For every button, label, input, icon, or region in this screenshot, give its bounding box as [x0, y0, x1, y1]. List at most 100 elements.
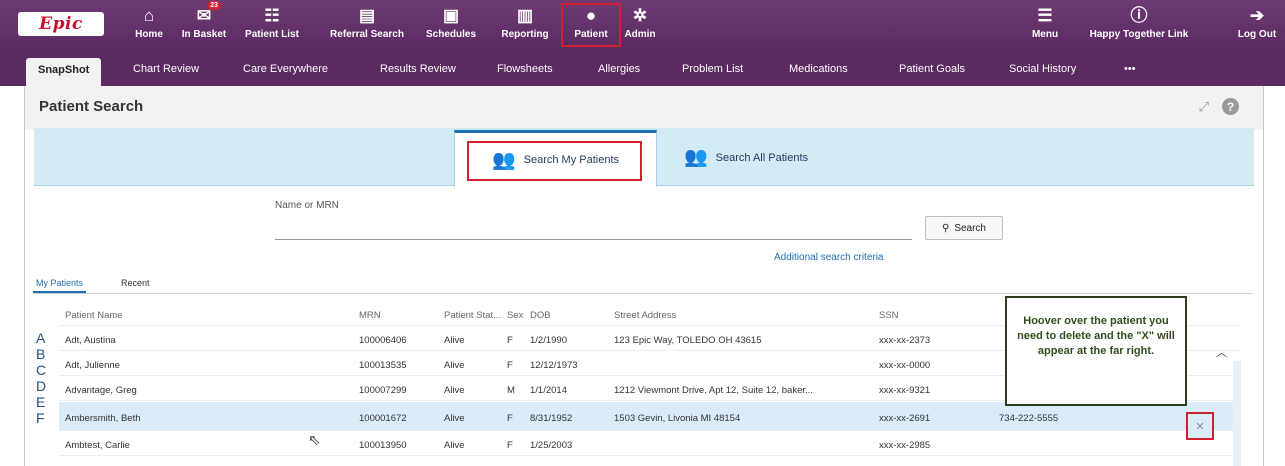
cell-sex: F [507, 440, 513, 451]
search-button-label: Search [954, 222, 986, 234]
gear-icon: ✲ [632, 5, 648, 25]
header-street-address[interactable]: Street Address [614, 310, 872, 321]
search-tab-strip: 👥 Search My Patients 👥 Search All Patien… [34, 128, 1254, 187]
cell-sex: F [507, 413, 513, 424]
patient-search-panel: Patient Search ⤢ ? 👥 Search My Patients … [24, 86, 1264, 466]
tab-recent[interactable]: Recent [121, 278, 150, 288]
cell-address: 1212 Viewmont Drive, Apt 12, Suite 12, b… [614, 385, 813, 396]
toolbar-happy-together-link-button[interactable]: ⓘ Happy Together Link [1087, 4, 1191, 48]
toolbar-in-basket-button[interactable]: ✉ 23 In Basket [179, 1, 229, 48]
search-button[interactable]: ⚲ Search [925, 216, 1003, 240]
cell-mrn: 100013535 [359, 360, 407, 371]
cell-dob: 1/2/1990 [530, 335, 567, 346]
patient-highlight-box [561, 3, 621, 47]
tab-more[interactable]: ••• [1124, 63, 1136, 75]
search-icon: ⚲ [941, 222, 950, 234]
table-row-hovered[interactable]: Ambersmith, Beth 100001672 Alive F 8/31/… [59, 402, 1241, 431]
mouse-pointer-icon: ⇖ [308, 432, 321, 449]
cell-patient-name: Adt, Julienne [65, 360, 120, 371]
cell-patient-name: Ambtest, Carlie [65, 440, 130, 451]
cell-status: Alive [444, 360, 465, 371]
alpha-index-d[interactable]: D [36, 378, 46, 394]
cell-patient-name: Advantage, Greg [65, 385, 137, 396]
cell-patient-name: Adt, Austina [65, 335, 116, 346]
tab-snapshot[interactable]: SnapShot [26, 58, 102, 86]
tab-social-history[interactable]: Social History [1009, 63, 1076, 75]
toolbar-home-button[interactable]: ⌂ Home [131, 4, 167, 48]
scroll-up-chevron-icon[interactable]: ︿ [1216, 344, 1227, 360]
alpha-index-b[interactable]: B [36, 346, 45, 362]
toolbar-menu-button[interactable]: ☰ Menu [1026, 4, 1064, 48]
panel-header: Patient Search ⤢ ? [25, 86, 1263, 130]
toolbar-schedules-button[interactable]: ▣ Schedules [424, 4, 478, 48]
tab-chart-review[interactable]: Chart Review [133, 63, 199, 75]
list-tab-divider [33, 293, 1253, 294]
in-basket-badge: 23 [207, 1, 221, 10]
tab-allergies[interactable]: Allergies [598, 63, 640, 75]
alpha-index-c[interactable]: C [36, 362, 46, 378]
cell-mrn: 100013950 [359, 440, 407, 451]
alpha-index-a[interactable]: A [36, 330, 45, 346]
header-dob[interactable]: DOB [530, 310, 608, 321]
help-icon[interactable]: ? [1222, 98, 1239, 115]
epic-logo: Epic [18, 12, 104, 36]
instruction-callout: Hoover over the patient you need to dele… [1005, 296, 1187, 406]
header-sex[interactable]: Sex [507, 310, 527, 321]
referral-search-icon: ▤ [358, 5, 376, 25]
cell-sex: M [507, 385, 515, 396]
toolbar-referral-search-button[interactable]: ▤ Referral Search [323, 4, 411, 48]
cell-sex: F [507, 360, 513, 371]
toolbar-patient-list-button[interactable]: ☷ Patient List [245, 4, 299, 48]
cell-status: Alive [444, 413, 465, 424]
tab-flowsheets[interactable]: Flowsheets [497, 63, 553, 75]
cell-mrn: 100007299 [359, 385, 407, 396]
tab-my-patients[interactable]: My Patients [33, 278, 87, 293]
name-or-mrn-input[interactable] [275, 216, 912, 240]
cell-status: Alive [444, 385, 465, 396]
top-toolbar: Epic ⌂ Home ✉ 23 In Basket ☷ Patient List… [0, 0, 1285, 52]
menu-icon: ☰ [1037, 5, 1053, 25]
cell-mrn: 100001672 [359, 413, 407, 424]
tab-care-everywhere[interactable]: Care Everywhere [243, 63, 328, 75]
toolbar-log-out-button[interactable]: ➔ Log Out [1236, 4, 1278, 48]
cell-ssn: xxx-xx-9321 [879, 385, 931, 396]
cell-dob: 1/25/2003 [530, 440, 573, 451]
alpha-index-f[interactable]: F [36, 410, 45, 426]
header-mrn[interactable]: MRN [359, 310, 439, 321]
header-patient-name[interactable]: Patient Name [65, 310, 345, 321]
people-crowd-icon: 👥 [684, 147, 708, 168]
tab-problem-list[interactable]: Problem List [682, 63, 743, 75]
cell-ssn: xxx-xx-0000 [879, 360, 931, 371]
reporting-icon: ▥ [516, 5, 534, 25]
cell-phone: 734-222-5555 [999, 413, 1059, 424]
search-my-patients-tab[interactable]: 👥 Search My Patients [454, 130, 657, 187]
tab-medications[interactable]: Medications [789, 63, 848, 75]
search-all-patients-tab[interactable]: 👥 Search All Patients [684, 148, 808, 167]
additional-search-criteria-link[interactable]: Additional search criteria [774, 252, 884, 263]
table-row[interactable]: Ambtest, Carlie 100013950 Alive F 1/25/2… [59, 432, 1241, 456]
search-my-patients-highlight-box [467, 141, 642, 181]
toolbar-reporting-button[interactable]: ▥ Reporting [496, 4, 554, 48]
cell-ssn: xxx-xx-2373 [879, 335, 931, 346]
cell-ssn: xxx-xx-2691 [879, 413, 931, 424]
info-link-icon: ⓘ [1130, 5, 1148, 25]
remove-patient-x-button[interactable]: × [1186, 412, 1214, 440]
cell-status: Alive [444, 440, 465, 451]
header-patient-status[interactable]: Patient Stat... [444, 310, 506, 321]
tab-patient-goals[interactable]: Patient Goals [899, 63, 965, 75]
patient-list-icon: ☷ [264, 5, 280, 25]
toolbar-admin-button[interactable]: ✲ Admin [622, 4, 658, 48]
tab-results-review[interactable]: Results Review [380, 63, 456, 75]
cell-sex: F [507, 335, 513, 346]
name-or-mrn-label: Name or MRN [275, 200, 339, 211]
cell-dob: 1/1/2014 [530, 385, 567, 396]
cell-dob: 12/12/1973 [530, 360, 578, 371]
cell-status: Alive [444, 335, 465, 346]
expand-icon[interactable]: ⤢ [1199, 99, 1209, 115]
home-icon: ⌂ [143, 5, 155, 25]
header-ssn[interactable]: SSN [879, 310, 949, 321]
alpha-index-e[interactable]: E [36, 394, 45, 410]
search-all-patients-label: Search All Patients [715, 151, 809, 164]
logout-icon: ➔ [1249, 5, 1265, 25]
table-scrollbar[interactable] [1233, 361, 1241, 466]
